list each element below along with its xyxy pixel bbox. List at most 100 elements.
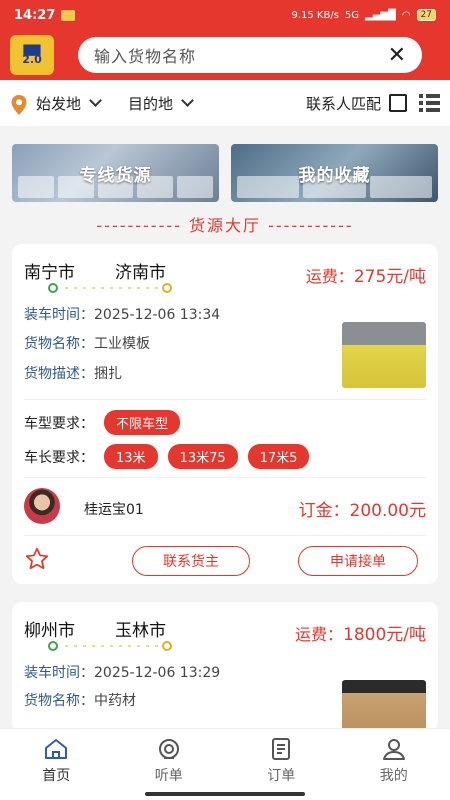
destination-dot-icon <box>162 641 172 651</box>
nav-listen[interactable]: 听单 <box>113 729 226 800</box>
nav-label: 首页 <box>42 768 71 784</box>
vehicle-type-row: 车型要求： 不限车型 <box>24 410 181 435</box>
owner-name: 桂运宝01 <box>84 502 144 518</box>
apply-order-button[interactable]: 申请接单 <box>298 546 418 576</box>
vehicle-length-label: 车长要求： <box>24 449 94 466</box>
app-header: 14:27 9.15 KB/s 5G ▂▄▆█ ◠ 27 ▇▇ 2.0 输入货物… <box>0 0 450 80</box>
top-bar: ▇▇ 2.0 输入货物名称 ✕ <box>0 30 450 80</box>
vehicle-length-row: 车长要求： 13米 13米75 17米5 <box>24 444 310 469</box>
route-line <box>48 283 172 293</box>
logo-version: 2.0 <box>22 53 42 66</box>
vehicle-type-chip: 不限车型 <box>104 410 181 435</box>
nav-label: 我的 <box>379 768 408 784</box>
goods-name-row: 货物名称：工业模板 <box>24 333 150 353</box>
cargo-card[interactable]: 南宁市 济南市 运费：275元/吨 装车时间：2025-12-06 13:34 … <box>12 244 438 584</box>
notification-icon <box>61 9 76 21</box>
load-time-value: 2025-12-06 13:29 <box>94 665 221 681</box>
fee-value: 1800元/吨 <box>343 625 426 645</box>
contact-match-checkbox[interactable] <box>389 94 407 112</box>
vehicle-type-label: 车型要求： <box>24 415 94 432</box>
cargo-photo[interactable] <box>342 680 426 732</box>
freight-fee: 运费：1800元/吨 <box>295 620 426 645</box>
banner-special-line[interactable]: 专线货源 <box>12 144 219 202</box>
deposit: 订金：200.00元 <box>299 496 426 521</box>
divider <box>24 535 426 536</box>
destination-dot-icon <box>162 283 172 293</box>
bottom-nav: 首页 听单 订单 我的 <box>0 728 450 800</box>
route-to: 玉林市 <box>115 621 166 641</box>
banner-label: 专线货源 <box>79 165 152 186</box>
app-logo[interactable]: ▇▇ 2.0 <box>10 35 54 75</box>
banner-label: 我的收藏 <box>298 165 371 186</box>
filter-bar: 始发地 目的地 联系人匹配 <box>0 80 450 126</box>
deposit-label: 订金： <box>298 501 350 521</box>
nav-orders[interactable]: 订单 <box>225 729 338 800</box>
listen-icon <box>158 739 179 759</box>
wifi-icon: ◠ <box>401 9 411 21</box>
goods-desc-label: 货物描述： <box>24 366 94 382</box>
search-bar[interactable]: 输入货物名称 ✕ <box>78 37 422 73</box>
route-dots <box>62 286 158 290</box>
fee-label: 运费： <box>294 625 343 644</box>
star-icon[interactable] <box>24 546 50 576</box>
contact-match-toggle[interactable]: 联系人匹配 <box>306 93 407 114</box>
route-from: 柳州市 <box>24 621 75 641</box>
user-icon <box>382 739 405 760</box>
home-icon <box>45 739 68 759</box>
goods-name-label: 货物名称： <box>24 693 94 709</box>
status-icons: 9.15 KB/s 5G ▂▄▆█ ◠ 27 <box>291 9 436 21</box>
banner-favorites[interactable]: 我的收藏 <box>231 144 438 202</box>
vehicle-length-chip: 17米5 <box>247 444 310 469</box>
load-time-row: 装车时间：2025-12-06 13:34 <box>24 304 220 324</box>
route: 柳州市 玉林市 <box>24 616 166 641</box>
destination-label: 目的地 <box>128 94 174 113</box>
banner-row: 专线货源 我的收藏 <box>12 144 438 202</box>
location-pin-icon <box>10 94 28 115</box>
fee-label: 运费： <box>305 267 354 286</box>
origin-dot-icon <box>48 283 58 293</box>
load-time-label: 装车时间： <box>24 307 94 323</box>
close-icon[interactable]: ✕ <box>388 43 406 68</box>
search-input[interactable]: 输入货物名称 <box>94 43 196 67</box>
deposit-value: 200.00元 <box>349 501 426 521</box>
goods-name-row: 货物名称：中药材 <box>24 690 136 710</box>
route: 南宁市 济南市 <box>24 258 166 283</box>
goods-desc-value: 捆扎 <box>94 366 122 382</box>
route-to: 济南市 <box>115 263 166 283</box>
origin-dropdown[interactable]: 始发地 <box>36 93 102 114</box>
cargo-card[interactable]: 柳州市 玉林市 运费：1800元/吨 装车时间：2025-12-06 13:29… <box>12 602 438 732</box>
nav-profile[interactable]: 我的 <box>338 729 450 800</box>
order-icon <box>272 738 291 760</box>
divider <box>24 477 426 478</box>
nav-home[interactable]: 首页 <box>0 729 113 800</box>
route-line <box>48 641 172 651</box>
avatar[interactable] <box>24 488 60 524</box>
load-time-row: 装车时间：2025-12-06 13:29 <box>24 662 220 682</box>
cargo-photo[interactable] <box>342 322 426 388</box>
signal-icon: ▂▄▆█ <box>365 9 396 21</box>
status-time: 14:27 <box>14 7 56 23</box>
contact-shipper-button[interactable]: 联系货主 <box>132 546 250 576</box>
load-time-label: 装车时间： <box>24 665 94 681</box>
contact-match-label: 联系人匹配 <box>305 94 381 113</box>
origin-label: 始发地 <box>36 94 82 113</box>
vehicle-length-chip: 13米 <box>104 444 158 469</box>
divider <box>24 399 426 400</box>
route-from: 南宁市 <box>24 263 75 283</box>
origin-dot-icon <box>48 641 58 651</box>
goods-name-label: 货物名称： <box>24 336 94 352</box>
goods-desc-row: 货物描述：捆扎 <box>24 363 122 383</box>
home-indicator <box>145 792 305 796</box>
signal-label: 5G <box>344 9 360 21</box>
chevron-down-icon <box>181 94 194 107</box>
section-title: ----------- 货源大厅 ----------- <box>96 216 354 235</box>
freight-fee: 运费：275元/吨 <box>306 262 426 287</box>
battery-icon: 27 <box>416 9 436 21</box>
vehicle-length-chip: 13米75 <box>167 444 238 469</box>
destination-dropdown[interactable]: 目的地 <box>128 93 194 114</box>
nav-label: 订单 <box>267 768 296 784</box>
status-bar: 14:27 9.15 KB/s 5G ▂▄▆█ ◠ 27 <box>0 0 450 30</box>
fee-value: 275元/吨 <box>353 267 426 287</box>
goods-name-value: 中药材 <box>94 693 136 709</box>
list-view-icon[interactable] <box>419 94 440 112</box>
